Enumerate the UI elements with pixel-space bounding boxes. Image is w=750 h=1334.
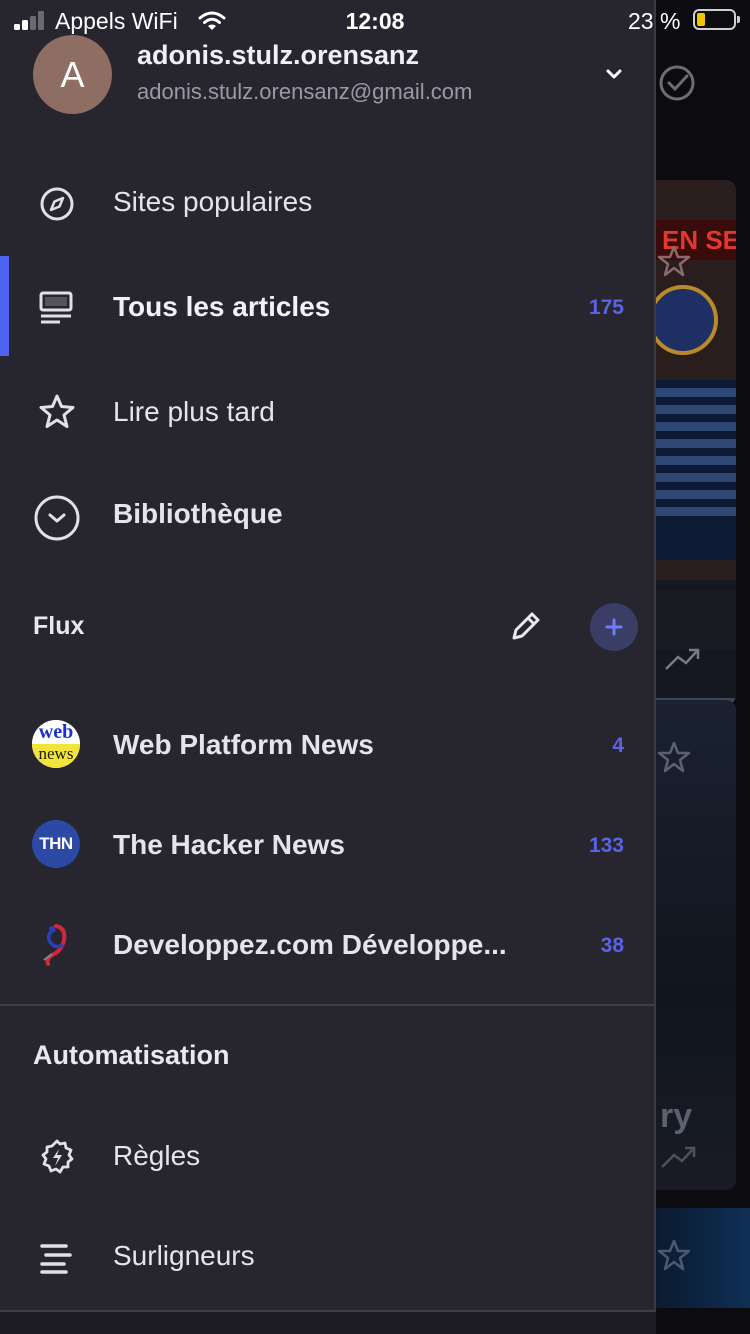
feed-label: Web Platform News [113,729,374,760]
logo-text-bottom: news [32,744,80,768]
nav-label: Bibliothèque [113,498,283,529]
nav-label: Règles [113,1140,201,1171]
logo-text-top: web [32,720,80,744]
rules-icon [41,1139,74,1174]
background-article-list[interactable]: EN SE ry [656,0,750,1334]
divider [0,1004,656,1006]
the-hacker-news-logo: THN [32,820,80,868]
star-icon [39,394,75,428]
nav-item-regles[interactable]: Règles [0,1104,656,1208]
section-title-automatisation: Automatisation [33,1040,230,1070]
seal-image [656,285,718,355]
developpez-logo [43,924,67,966]
nav-label: Tous les articles [113,291,331,322]
document-image [656,380,736,560]
battery-icon [693,9,740,30]
star-icon[interactable] [656,1238,692,1274]
star-icon[interactable] [656,740,692,776]
nav-label: Surligneurs [113,1240,255,1271]
check-circle-icon[interactable] [656,62,698,104]
article-thumbnail: EN SE [656,180,736,580]
compass-icon [40,187,74,221]
nav-item-bibliotheque[interactable]: Bibliothèque [0,462,656,566]
navigation-drawer: A adonis.stulz.orensanz adonis.stulz.ore… [0,0,656,1334]
nav-item-lire-plus-tard[interactable]: Lire plus tard [0,360,656,464]
unread-count: 133 [588,834,624,857]
status-bar: Appels WiFi 12:08 23 % [0,0,750,40]
article-title-fragment: ry [660,1097,693,1135]
account-name: adonis.stulz.orensanz [137,40,420,70]
feed-label: The Hacker News [113,829,345,860]
avatar[interactable]: A [33,35,112,114]
nav-item-tous-les-articles[interactable]: Tous les articles 175 [0,256,656,360]
account-email: adonis.stulz.orensanz@gmail.com [137,79,473,104]
articles-icon [39,291,73,324]
trending-icon[interactable] [660,1143,698,1171]
pencil-icon[interactable] [506,606,546,646]
nav-item-surligneurs[interactable]: Surligneurs [0,1204,656,1308]
library-icon [34,495,80,541]
battery-percent: 23 % [628,8,681,34]
trending-icon[interactable] [664,645,702,673]
web-platform-news-logo: web news [32,720,80,768]
unread-count: 38 [600,934,624,957]
chevron-down-icon[interactable] [600,62,628,86]
feed-label: Developpez.com Développe... [113,929,507,960]
nav-label: Sites populaires [113,186,313,217]
feed-item[interactable]: THN The Hacker News 133 [0,794,656,894]
highlighters-icon [40,1244,72,1274]
plus-icon [605,618,623,636]
thumbnail-strip [656,590,736,650]
feed-item[interactable]: Developpez.com Développe... 38 [0,894,656,994]
unread-count: 175 [588,296,624,319]
nav-label: Lire plus tard [113,396,275,427]
section-title-flux: Flux [33,612,85,640]
nav-item-sites-populaires[interactable]: Sites populaires [0,152,656,256]
feed-item[interactable]: web news Web Platform News 4 [0,694,656,794]
star-icon[interactable] [656,244,692,280]
unread-count: 4 [612,734,624,757]
drawer-footer [0,1312,656,1334]
add-feed-button[interactable] [590,603,638,651]
